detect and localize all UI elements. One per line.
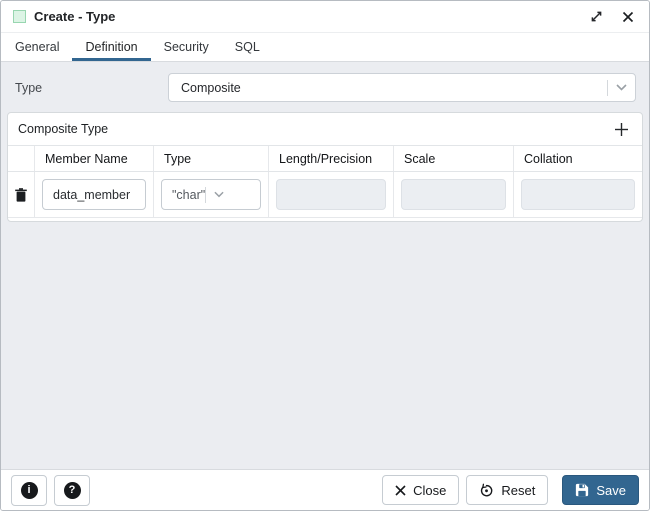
tab-bar: General Definition Security SQL <box>1 33 649 62</box>
column-header-actions <box>8 146 35 171</box>
scale-input <box>401 179 506 210</box>
type-label: Type <box>15 81 168 95</box>
save-button-label: Save <box>596 483 626 498</box>
type-icon <box>13 10 26 23</box>
type-row: Type Composite <box>1 62 649 112</box>
column-header-length-precision: Length/Precision <box>269 146 394 171</box>
member-name-cell <box>35 172 154 217</box>
tab-definition-label: Definition <box>85 40 137 54</box>
length-precision-input <box>276 179 386 210</box>
tab-security-label: Security <box>164 40 209 54</box>
type-select-value: Composite <box>181 81 607 95</box>
tab-sql[interactable]: SQL <box>222 33 273 61</box>
member-name-input[interactable] <box>42 179 146 210</box>
create-type-dialog: Create - Type General Definition Securit… <box>0 0 650 511</box>
close-icon <box>622 11 634 23</box>
help-icon: ? <box>64 482 81 499</box>
column-header-member-name: Member Name <box>35 146 154 171</box>
tab-sql-label: SQL <box>235 40 260 54</box>
title-bar: Create - Type <box>1 1 649 33</box>
chevron-down-icon <box>206 191 232 198</box>
table-row: "char" <box>8 172 642 218</box>
close-button[interactable]: Close <box>382 475 459 505</box>
composite-type-panel: Composite Type Member Name Type Length/P… <box>7 112 643 222</box>
collation-cell <box>514 172 642 217</box>
collation-input <box>521 179 635 210</box>
composite-type-title: Composite Type <box>18 122 609 136</box>
info-button[interactable]: i <box>11 475 47 506</box>
chevron-down-icon <box>608 84 635 91</box>
tab-definition[interactable]: Definition <box>72 33 150 61</box>
maximize-icon <box>590 10 603 23</box>
grid-header: Member Name Type Length/Precision Scale … <box>8 145 642 172</box>
member-type-cell: "char" <box>154 172 269 217</box>
reset-button-label: Reset <box>501 483 535 498</box>
reset-icon <box>479 483 494 498</box>
composite-type-header: Composite Type <box>8 113 642 145</box>
window-close-button[interactable] <box>619 8 637 26</box>
save-button[interactable]: Save <box>562 475 639 505</box>
scale-cell <box>394 172 514 217</box>
length-precision-cell <box>269 172 394 217</box>
close-button-label: Close <box>413 483 446 498</box>
member-type-select[interactable]: "char" <box>161 179 261 210</box>
column-header-type: Type <box>154 146 269 171</box>
column-header-scale: Scale <box>394 146 514 171</box>
row-actions-cell <box>8 172 35 217</box>
add-row-button[interactable] <box>609 117 633 141</box>
definition-panel: Type Composite Composite Type <box>1 62 649 469</box>
reset-button[interactable]: Reset <box>466 475 548 505</box>
tab-general[interactable]: General <box>2 33 72 61</box>
footer-bar: i ? Close Reset <box>1 469 649 510</box>
member-type-value: "char" <box>172 188 205 202</box>
dialog-title: Create - Type <box>34 9 115 24</box>
plus-icon <box>614 122 629 137</box>
column-header-collation: Collation <box>514 146 642 171</box>
maximize-button[interactable] <box>587 8 605 26</box>
help-button[interactable]: ? <box>54 475 90 506</box>
trash-icon <box>15 188 27 202</box>
tab-general-label: General <box>15 40 59 54</box>
tab-security[interactable]: Security <box>151 33 222 61</box>
info-icon: i <box>21 482 38 499</box>
close-x-icon <box>395 485 406 496</box>
save-icon <box>575 483 589 497</box>
delete-row-button[interactable] <box>13 186 29 204</box>
type-select[interactable]: Composite <box>168 73 636 102</box>
